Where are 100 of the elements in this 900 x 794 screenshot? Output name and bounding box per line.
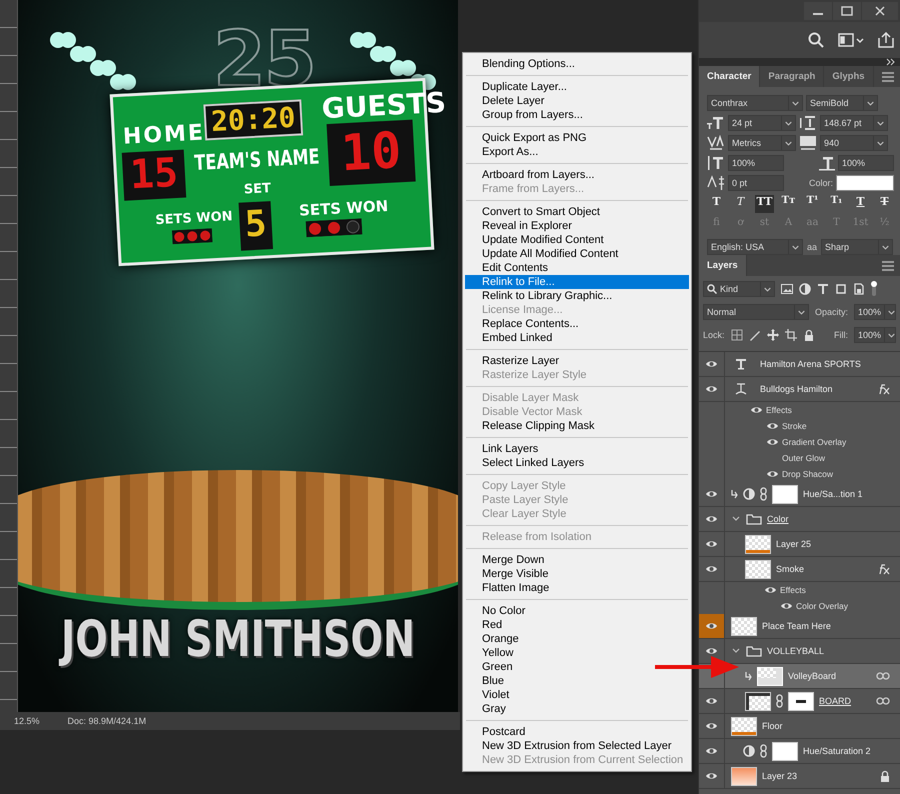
menu-item[interactable]: Gray <box>465 702 689 716</box>
menu-item[interactable]: No Color <box>465 604 689 618</box>
zoom-level[interactable]: 12.5% <box>14 716 40 726</box>
menu-item[interactable]: Blending Options... <box>465 57 689 71</box>
eye-icon[interactable] <box>750 405 762 415</box>
eye-icon[interactable] <box>766 437 778 447</box>
collapse-icon[interactable] <box>886 58 896 66</box>
layer-row[interactable]: Bulldogs Hamilton <box>699 377 900 402</box>
menu-item[interactable]: Merge Visible <box>465 567 689 581</box>
layer-row[interactable]: VolleyBoard <box>699 664 900 689</box>
panel-menu-icon[interactable] <box>882 72 894 82</box>
shape-filter-icon[interactable] <box>835 283 847 295</box>
type-style-button[interactable]: T¹ <box>803 195 822 213</box>
baseline-shift-field[interactable]: 0 pt <box>728 175 784 191</box>
smart-object-filter-icon[interactable] <box>853 283 865 295</box>
layer-row[interactable]: Smoke <box>699 557 900 582</box>
menu-item[interactable]: Merge Down <box>465 553 689 567</box>
menu-item[interactable]: Group from Layers... <box>465 108 689 122</box>
menu-item[interactable]: Orange <box>465 632 689 646</box>
menu-item[interactable]: Select Linked Layers <box>465 456 689 470</box>
layer-row[interactable]: Layer 23 <box>699 764 900 789</box>
lock-icon[interactable] <box>802 329 815 341</box>
layer-row[interactable]: Floor <box>699 714 900 739</box>
kerning-dropdown[interactable]: Metrics <box>728 135 796 151</box>
menu-item[interactable]: Delete Layer <box>465 94 689 108</box>
menu-item[interactable]: Red <box>465 618 689 632</box>
eye-icon[interactable] <box>705 746 718 756</box>
type-style-button[interactable]: Tт <box>779 195 798 213</box>
font-style-dropdown[interactable]: SemiBold <box>806 95 878 111</box>
eye-icon[interactable] <box>705 359 718 369</box>
panel-menu-icon[interactable] <box>882 260 894 270</box>
menu-item[interactable]: Violet <box>465 688 689 702</box>
toggle-icon[interactable] <box>871 281 877 297</box>
eye-icon[interactable] <box>766 421 778 431</box>
leading-dropdown[interactable]: 148.67 pt <box>820 115 888 131</box>
menu-item[interactable]: New 3D Extrusion from Selected Layer <box>465 739 689 753</box>
workspace-icon[interactable] <box>838 32 864 48</box>
type-style-button[interactable]: T <box>875 195 894 213</box>
menu-item[interactable]: Rasterize Layer <box>465 354 689 368</box>
eye-icon[interactable] <box>705 771 718 781</box>
search-icon[interactable] <box>808 32 824 48</box>
eye-icon[interactable] <box>705 564 718 574</box>
menu-item[interactable]: Green <box>465 660 689 674</box>
eye-icon[interactable] <box>705 621 718 631</box>
layer-row[interactable]: BOARD <box>699 689 900 714</box>
blend-mode-dropdown[interactable]: Normal <box>703 304 809 320</box>
adjustment-filter-icon[interactable] <box>799 283 811 295</box>
eye-icon[interactable] <box>764 585 776 595</box>
eye-icon[interactable] <box>780 601 792 611</box>
type-style-button[interactable]: T <box>731 195 750 213</box>
menu-item[interactable]: Reveal in Explorer <box>465 219 689 233</box>
image-filter-icon[interactable] <box>781 283 793 295</box>
menu-item[interactable]: Edit Contents <box>465 261 689 275</box>
menu-item[interactable]: Relink to File... <box>465 275 689 289</box>
menu-item[interactable]: Embed Linked <box>465 331 689 345</box>
eye-icon[interactable] <box>705 489 718 499</box>
type-style-button[interactable]: TT <box>755 195 774 213</box>
menu-item[interactable]: Link Layers <box>465 442 689 456</box>
type-style-button[interactable]: T <box>851 195 870 213</box>
menu-item[interactable]: Release Clipping Mask <box>465 419 689 433</box>
eye-icon[interactable] <box>705 646 718 656</box>
layer-row[interactable]: Layer 25 <box>699 532 900 557</box>
menu-item[interactable]: Update Modified Content <box>465 233 689 247</box>
type-filter-icon[interactable] <box>817 283 829 295</box>
menu-item[interactable]: Postcard <box>465 725 689 739</box>
fill-dropdown[interactable]: 100% <box>854 327 896 343</box>
menu-item[interactable]: Convert to Smart Object <box>465 205 689 219</box>
layer-row[interactable]: Color <box>699 507 900 532</box>
layer-row[interactable]: VOLLEYBALL <box>699 639 900 664</box>
eye-icon[interactable] <box>705 721 718 731</box>
menu-item[interactable]: Flatten Image <box>465 581 689 595</box>
language-dropdown[interactable]: English: USA <box>707 239 803 255</box>
menu-item[interactable]: Artboard from Layers... <box>465 168 689 182</box>
menu-item[interactable]: Export As... <box>465 145 689 159</box>
layer-row[interactable]: Hamilton Arena SPORTS <box>699 352 900 377</box>
panel-tab[interactable]: Character <box>699 66 760 87</box>
type-style-button[interactable]: T <box>707 195 726 213</box>
font-size-dropdown[interactable]: 24 pt <box>728 115 796 131</box>
filter-dropdown[interactable]: Kind <box>703 281 775 297</box>
menu-item[interactable]: Update All Modified Content <box>465 247 689 261</box>
horizontal-scale-field[interactable]: 100% <box>838 155 894 171</box>
move-icon[interactable] <box>766 329 779 341</box>
menu-item[interactable]: Quick Export as PNG <box>465 131 689 145</box>
panel-tab[interactable]: Layers <box>699 255 747 276</box>
menu-item[interactable]: Replace Contents... <box>465 317 689 331</box>
menu-item[interactable]: Yellow <box>465 646 689 660</box>
font-family-dropdown[interactable]: Conthrax <box>707 95 803 111</box>
lock-transparent-icon[interactable] <box>730 329 743 341</box>
tracking-dropdown[interactable]: 940 <box>820 135 888 151</box>
vertical-scale-field[interactable]: 100% <box>728 155 784 171</box>
layer-row[interactable]: Hue/Sa...tion 1 <box>699 482 900 507</box>
eye-icon[interactable] <box>705 539 718 549</box>
panel-tab[interactable]: Paragraph <box>760 66 824 87</box>
panel-tab[interactable]: Glyphs <box>824 66 874 87</box>
layer-row[interactable]: Place Team Here <box>699 614 900 639</box>
menu-item[interactable]: Duplicate Layer... <box>465 80 689 94</box>
opacity-dropdown[interactable]: 100% <box>854 304 896 320</box>
share-icon[interactable] <box>878 32 894 48</box>
antialias-dropdown[interactable]: Sharp <box>821 239 894 255</box>
menu-item[interactable]: Relink to Library Graphic... <box>465 289 689 303</box>
